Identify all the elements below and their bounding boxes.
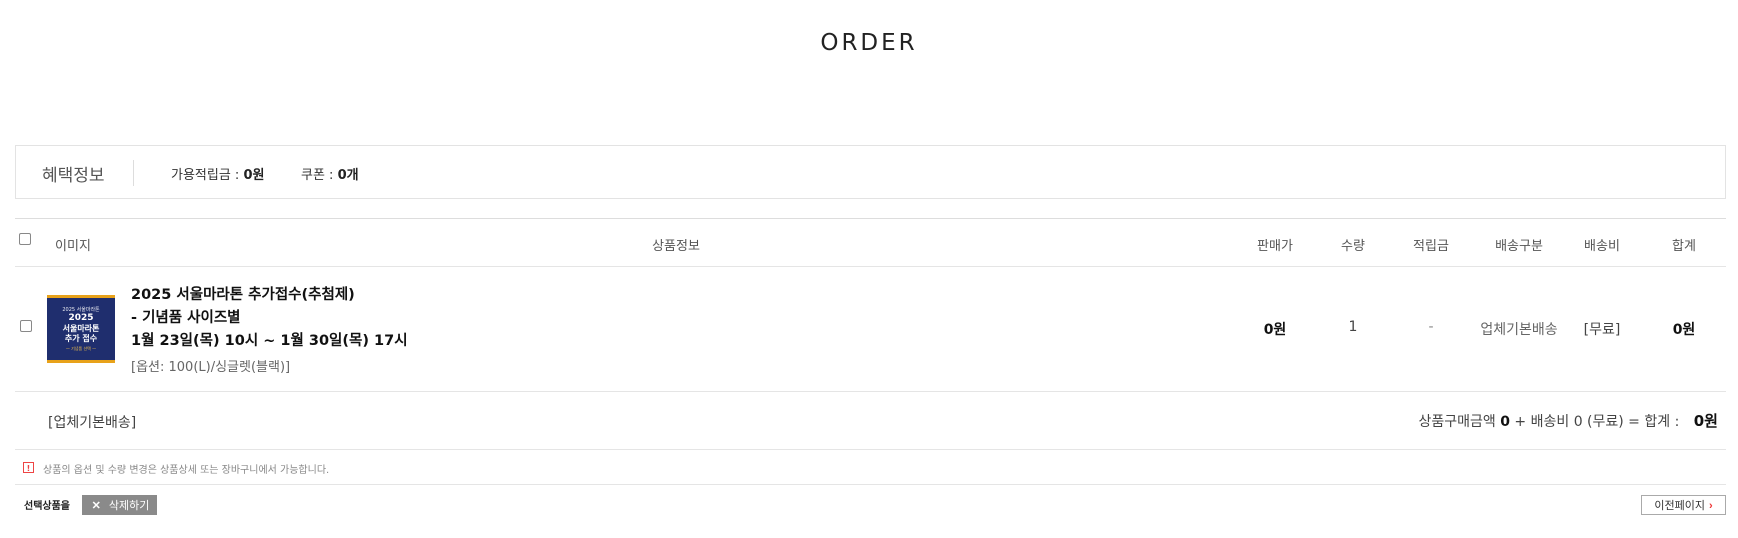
- thumb-year: 2025: [68, 312, 94, 323]
- benefit-divider: [133, 160, 134, 186]
- header-price: 판매가: [1257, 239, 1293, 254]
- header-shipping-type: 배송구분: [1495, 239, 1543, 254]
- benefit-title: 혜택정보: [42, 166, 105, 186]
- purchase-amount: 0: [1500, 414, 1510, 430]
- warning-icon: !: [23, 462, 34, 473]
- item-quantity: 1: [1348, 319, 1358, 335]
- order-table-header: 이미지 상품정보 판매가 수량 적립금 배송구분 배송비 합계: [15, 218, 1726, 267]
- item-total: 0원: [1672, 322, 1696, 338]
- item-checkbox[interactable]: [20, 320, 32, 332]
- item-shipping-fee: [무료]: [1583, 322, 1621, 338]
- mileage-value: 0원: [243, 168, 265, 183]
- delete-selected-button[interactable]: ✕ 삭제하기: [82, 495, 157, 515]
- order-item-row: 2025 서울마라톤 2025 서울마라톤 추가 접수 — 기념품 선택 — 2…: [15, 267, 1726, 392]
- header-product-info: 상품정보: [652, 239, 700, 254]
- shipping-group-label: [업체기본배송]: [48, 415, 137, 431]
- selection-actions: 선택상품을 ✕ 삭제하기 이전페이지 ›: [15, 485, 1726, 525]
- previous-page-label: 이전페이지: [1654, 500, 1705, 512]
- chevron-right-icon: ›: [1708, 500, 1713, 512]
- purchase-label: 상품구매금액: [1418, 414, 1501, 430]
- thumb-caption: 2025 서울마라톤: [62, 306, 100, 313]
- thumb-subtitle: 추가 접수: [64, 333, 98, 343]
- shipping-calc-text: + 배송비 0 (무료) = 합계 :: [1509, 414, 1684, 430]
- benefit-info-box: 혜택정보 가용적립금 : 0원 쿠폰 : 0개: [15, 145, 1726, 199]
- coupon-label: 쿠폰 :: [301, 168, 338, 183]
- item-points: -: [1428, 319, 1434, 335]
- mileage-label: 가용적립금 :: [171, 168, 244, 183]
- product-name-line: - 기념품 사이즈별: [131, 310, 241, 326]
- header-image: 이미지: [55, 239, 91, 254]
- coupon-value: 0개: [337, 168, 359, 183]
- product-thumbnail[interactable]: 2025 서울마라톤 2025 서울마라톤 추가 접수 — 기념품 선택 —: [47, 295, 115, 363]
- option-change-notice: ! 상품의 옵션 및 수량 변경은 상품상세 또는 장바구니에서 가능합니다.: [15, 450, 1726, 485]
- mileage-info: 가용적립금 : 0원: [171, 164, 264, 183]
- page-title: ORDER: [820, 30, 918, 56]
- selected-items-label: 선택상품을: [24, 501, 70, 512]
- product-option: [옵션: 100(L)/싱글렛(블랙)]: [131, 360, 291, 375]
- summary-calculation: 상품구매금액 0 + 배송비 0 (무료) = 합계 : 0원: [1418, 410, 1718, 431]
- item-shipping-type: 업체기본배송: [1480, 322, 1558, 338]
- product-name-line: 2025 서울마라톤 추가접수(추첨제): [131, 287, 355, 303]
- product-name-line: 1월 23일(목) 10시 ~ 1월 30일(목) 17시: [131, 333, 408, 349]
- header-points: 적립금: [1413, 239, 1449, 254]
- thumb-tagline: — 기념품 선택 —: [65, 345, 97, 351]
- header-total: 합계: [1672, 239, 1696, 254]
- header-quantity: 수량: [1341, 239, 1365, 254]
- select-all-checkbox[interactable]: [19, 233, 31, 245]
- notice-text: 상품의 옵션 및 수량 변경은 상품상세 또는 장바구니에서 가능합니다.: [43, 465, 330, 476]
- product-name-link[interactable]: 2025 서울마라톤 추가접수(추첨제) - 기념품 사이즈별 1월 23일(목…: [131, 284, 408, 353]
- thumb-title: 서울마라톤: [62, 323, 100, 333]
- header-shipping-fee: 배송비: [1584, 239, 1620, 254]
- delete-button-label: 삭제하기: [108, 500, 150, 512]
- item-price: 0원: [1263, 322, 1287, 338]
- order-summary: [업체기본배송] 상품구매금액 0 + 배송비 0 (무료) = 합계 : 0원: [15, 392, 1726, 450]
- grand-total: 0원: [1693, 412, 1718, 430]
- previous-page-button[interactable]: 이전페이지 ›: [1641, 495, 1726, 515]
- close-icon: ✕: [91, 500, 101, 512]
- coupon-info: 쿠폰 : 0개: [301, 164, 359, 183]
